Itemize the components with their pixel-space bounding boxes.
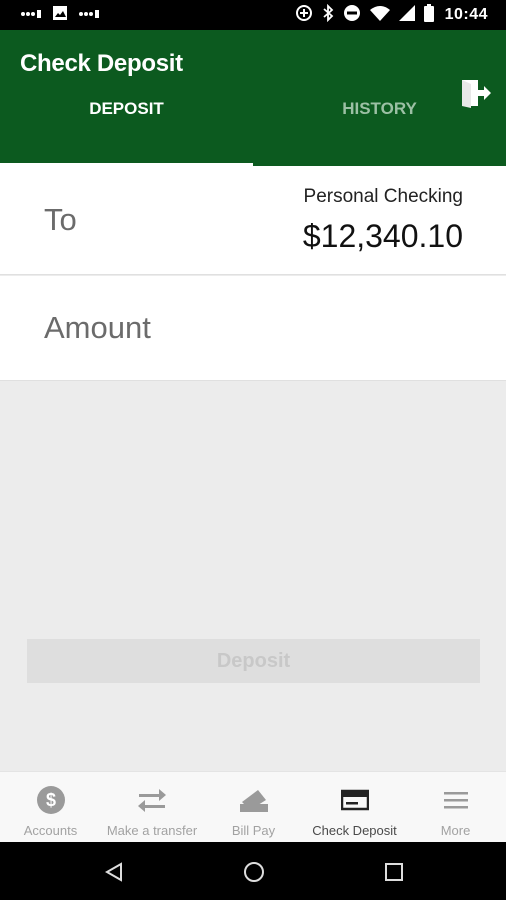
system-nav-bar: [0, 842, 506, 900]
battery-icon: [423, 3, 434, 27]
account-balance: $12,340.10: [302, 218, 463, 254]
check-icon: [340, 784, 369, 816]
image-icon: [52, 5, 68, 26]
signal-dots-icon: [78, 6, 100, 24]
home-icon: [244, 862, 264, 882]
status-bar: 10:44: [0, 0, 506, 30]
back-button[interactable]: [100, 858, 128, 886]
tab-history[interactable]: HISTORY: [253, 84, 506, 134]
nav-label-more: More: [440, 823, 471, 838]
dollar-circle-icon: $: [36, 784, 66, 816]
to-account-selector[interactable]: To Personal Checking $12,340.10: [0, 166, 506, 275]
amount-label: Amount: [44, 310, 151, 345]
bluetooth-icon: [322, 3, 334, 27]
nav-item-bill-pay[interactable]: Bill Pay: [203, 772, 304, 842]
menu-icon: [443, 784, 469, 816]
to-label: To: [44, 202, 77, 237]
nav-item-accounts[interactable]: $ Accounts: [0, 772, 101, 842]
amount-field[interactable]: Amount: [0, 276, 506, 381]
back-icon: [104, 862, 122, 882]
transfer-arrows-icon: [137, 784, 167, 816]
nav-item-transfer[interactable]: Make a transfer: [101, 772, 203, 842]
data-saver-icon: [295, 4, 313, 27]
page-title: Check Deposit: [20, 50, 183, 77]
nav-item-more[interactable]: More: [405, 772, 506, 842]
nav-label-transfer: Make a transfer: [106, 823, 198, 838]
nav-label-accounts: Accounts: [23, 823, 78, 838]
status-time: 10:44: [444, 6, 488, 23]
bill-pay-icon: [238, 784, 270, 816]
tab-deposit[interactable]: DEPOSIT: [0, 84, 253, 134]
bottom-nav: $ Accounts Make a transfer Bill Pay Chec…: [0, 771, 506, 842]
nav-label-check-deposit: Check Deposit: [312, 823, 397, 838]
deposit-button[interactable]: Deposit: [27, 639, 480, 683]
nav-item-check-deposit[interactable]: Check Deposit: [304, 772, 405, 842]
recents-icon: [385, 863, 403, 881]
signal-dots-icon: [20, 6, 42, 24]
do-not-disturb-icon: [343, 4, 361, 27]
recents-button[interactable]: [380, 858, 408, 886]
account-name: Personal Checking: [303, 186, 463, 207]
cell-signal-icon: [398, 4, 415, 26]
wifi-icon: [369, 5, 390, 26]
nav-label-bill-pay: Bill Pay: [231, 823, 276, 838]
home-button[interactable]: [240, 858, 268, 886]
svg-text:$: $: [45, 790, 55, 810]
